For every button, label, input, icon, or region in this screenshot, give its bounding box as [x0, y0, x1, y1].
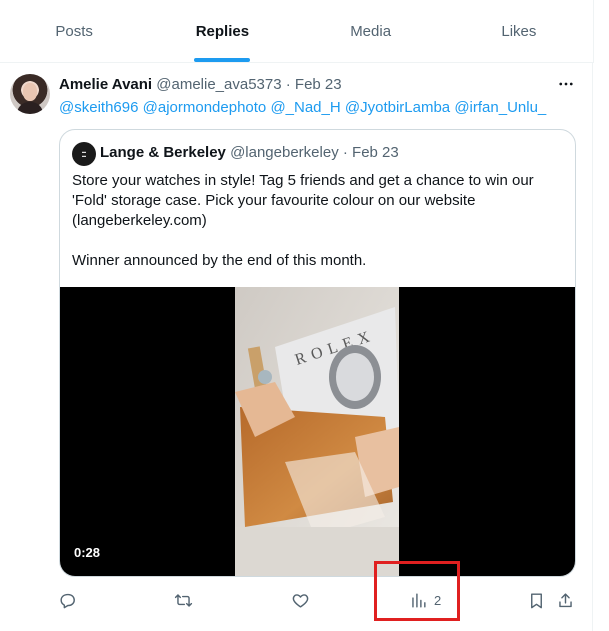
profile-tabs: Posts Replies Media Likes	[0, 0, 594, 63]
column-border	[592, 62, 593, 631]
video-frame: ROLEX	[235, 287, 399, 576]
post-date[interactable]: Feb 23	[295, 76, 342, 93]
bookmark-button[interactable]	[527, 585, 546, 615]
retweet-icon	[174, 593, 193, 607]
mention-link[interactable]: @JyotbirLamba	[345, 99, 450, 116]
retweet-button[interactable]	[174, 585, 193, 615]
quote-header: Lange & Berkeley @langeberkeley · Feb 23	[100, 144, 399, 161]
avatar[interactable]	[10, 74, 50, 114]
tab-likes[interactable]: Likes	[445, 0, 593, 62]
mention-link[interactable]: @_Nad_H	[270, 99, 340, 116]
share-button[interactable]	[556, 585, 575, 615]
more-icon	[559, 82, 573, 86]
like-icon	[292, 593, 309, 608]
mention-link[interactable]: @irfan_Unlu_	[454, 99, 546, 116]
post-header: Amelie Avani @amelie_ava5373 · Feb 23	[59, 76, 342, 93]
mention-link[interactable]: @ajormondephoto	[143, 99, 267, 116]
tab-replies[interactable]: Replies	[148, 0, 296, 62]
reply-mentions: @skeith696 @ajormondephoto @_Nad_H @Jyot…	[59, 99, 546, 116]
quoted-post[interactable]: ▬ ▬ Lange & Berkeley @langeberkeley · Feb…	[59, 129, 576, 577]
header-separator: ·	[281, 76, 295, 93]
more-button[interactable]	[556, 74, 576, 94]
avatar-face	[23, 83, 37, 101]
quote-text-paragraph-1: Store your watches in style! Tag 5 frien…	[72, 172, 534, 229]
bookmark-icon	[531, 592, 542, 608]
tab-media[interactable]: Media	[297, 0, 445, 62]
reply-button[interactable]	[58, 585, 77, 615]
share-icon	[559, 592, 572, 607]
tab-posts-label: Posts	[55, 22, 93, 40]
quote-author-name: Lange & Berkeley	[100, 144, 226, 161]
post-actions: 2	[0, 585, 593, 615]
video-frame-image: ROLEX	[235, 287, 399, 576]
author-name[interactable]: Amelie Avani	[59, 76, 152, 93]
mention-link[interactable]: @skeith696	[59, 99, 138, 116]
quote-text-paragraph-2: Winner announced by the end of this mont…	[72, 252, 367, 269]
active-tab-indicator	[194, 58, 251, 62]
tab-media-label: Media	[350, 22, 392, 40]
video-player[interactable]: ROLEX 0:28	[60, 287, 575, 576]
video-duration: 0:28	[74, 545, 101, 560]
author-handle[interactable]: @amelie_ava5373	[156, 76, 281, 93]
avatar-body	[17, 102, 43, 114]
tab-posts[interactable]: Posts	[0, 0, 148, 62]
quote-separator: ·	[338, 144, 353, 161]
quote-avatar: ▬ ▬	[72, 142, 96, 166]
like-button[interactable]	[291, 585, 310, 615]
tab-likes-label: Likes	[501, 22, 537, 40]
quote-avatar-logo: ▬ ▬	[82, 149, 86, 158]
tab-replies-label: Replies	[195, 22, 250, 40]
quote-text: Store your watches in style! Tag 5 frien…	[72, 171, 562, 271]
highlight-box	[374, 561, 460, 621]
quote-date: Feb 23	[352, 144, 399, 161]
reply-icon	[60, 593, 75, 608]
quote-author-handle: @langeberkeley	[230, 144, 339, 161]
